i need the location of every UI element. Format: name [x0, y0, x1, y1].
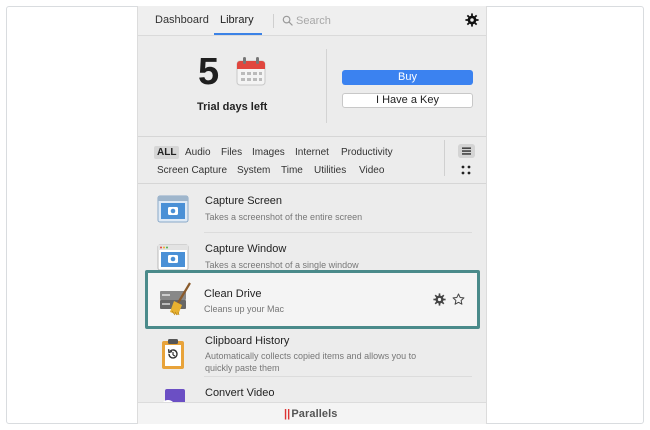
- gear-icon[interactable]: [465, 13, 479, 27]
- search-input[interactable]: [296, 13, 456, 29]
- tab-library[interactable]: Library: [220, 14, 254, 26]
- trial-days-label: Trial days left: [197, 101, 268, 113]
- filter-system[interactable]: System: [237, 165, 270, 176]
- gear-icon[interactable]: [433, 293, 446, 306]
- tab-dashboard[interactable]: Dashboard: [155, 14, 209, 26]
- highlighted-list-item[interactable]: Clean Drive Cleans up your Mac: [145, 270, 480, 329]
- filter-files[interactable]: Files: [221, 147, 242, 158]
- header-bar: Dashboard Library: [138, 6, 486, 36]
- clipboard-icon: [162, 339, 184, 369]
- filter-utilities[interactable]: Utilities: [314, 165, 346, 176]
- brand-name: Parallels: [291, 408, 338, 420]
- app-description: Takes a screenshot of the entire screen: [205, 212, 363, 222]
- star-icon[interactable]: [452, 293, 465, 306]
- parallels-logo: ||Parallels: [284, 408, 338, 420]
- filter-audio[interactable]: Audio: [185, 147, 211, 158]
- filters-divider: [444, 140, 445, 176]
- app-name: Clipboard History: [205, 335, 290, 347]
- trial-divider: [326, 49, 327, 123]
- header-divider: [273, 14, 274, 28]
- active-tab-indicator: [214, 33, 262, 35]
- filter-video[interactable]: Video: [359, 165, 384, 176]
- category-filters: ALL Audio Files Images Internet Producti…: [138, 138, 486, 184]
- calendar-icon: [236, 57, 266, 86]
- app-description: Automatically collects copied items and …: [205, 351, 417, 373]
- app-name: Capture Window: [205, 243, 287, 255]
- app-name: Clean Drive: [204, 288, 262, 300]
- parallels-bars-icon: ||: [284, 408, 291, 420]
- filter-all[interactable]: ALL: [154, 146, 180, 159]
- buy-button[interactable]: Buy: [342, 70, 473, 85]
- toolbox-panel: Dashboard Library 5: [137, 6, 487, 424]
- filter-time[interactable]: Time: [281, 165, 303, 176]
- list-view-icon[interactable]: [458, 144, 475, 158]
- trial-section: 5 Trial days left Buy I Have a Key: [138, 37, 486, 137]
- grid-view-icon[interactable]: [460, 164, 472, 176]
- have-key-button[interactable]: I Have a Key: [342, 93, 473, 108]
- app-description: Cleans up your Mac: [204, 304, 285, 314]
- capture-screen-icon: [157, 195, 189, 223]
- filter-images[interactable]: Images: [252, 147, 285, 158]
- filter-productivity[interactable]: Productivity: [341, 147, 393, 158]
- filter-internet[interactable]: Internet: [295, 147, 329, 158]
- app-name: Convert Video: [205, 387, 275, 399]
- search-icon: [282, 15, 293, 26]
- trial-days-count: 5: [198, 51, 220, 93]
- list-item[interactable]: Clipboard History Automatically collects…: [138, 329, 486, 377]
- app-name: Capture Screen: [205, 195, 283, 207]
- filter-screen-capture[interactable]: Screen Capture: [157, 165, 227, 176]
- list-item[interactable]: Capture Screen Takes a screenshot of the…: [138, 185, 486, 233]
- footer-bar: ||Parallels: [138, 402, 486, 424]
- clean-drive-icon: [160, 282, 191, 316]
